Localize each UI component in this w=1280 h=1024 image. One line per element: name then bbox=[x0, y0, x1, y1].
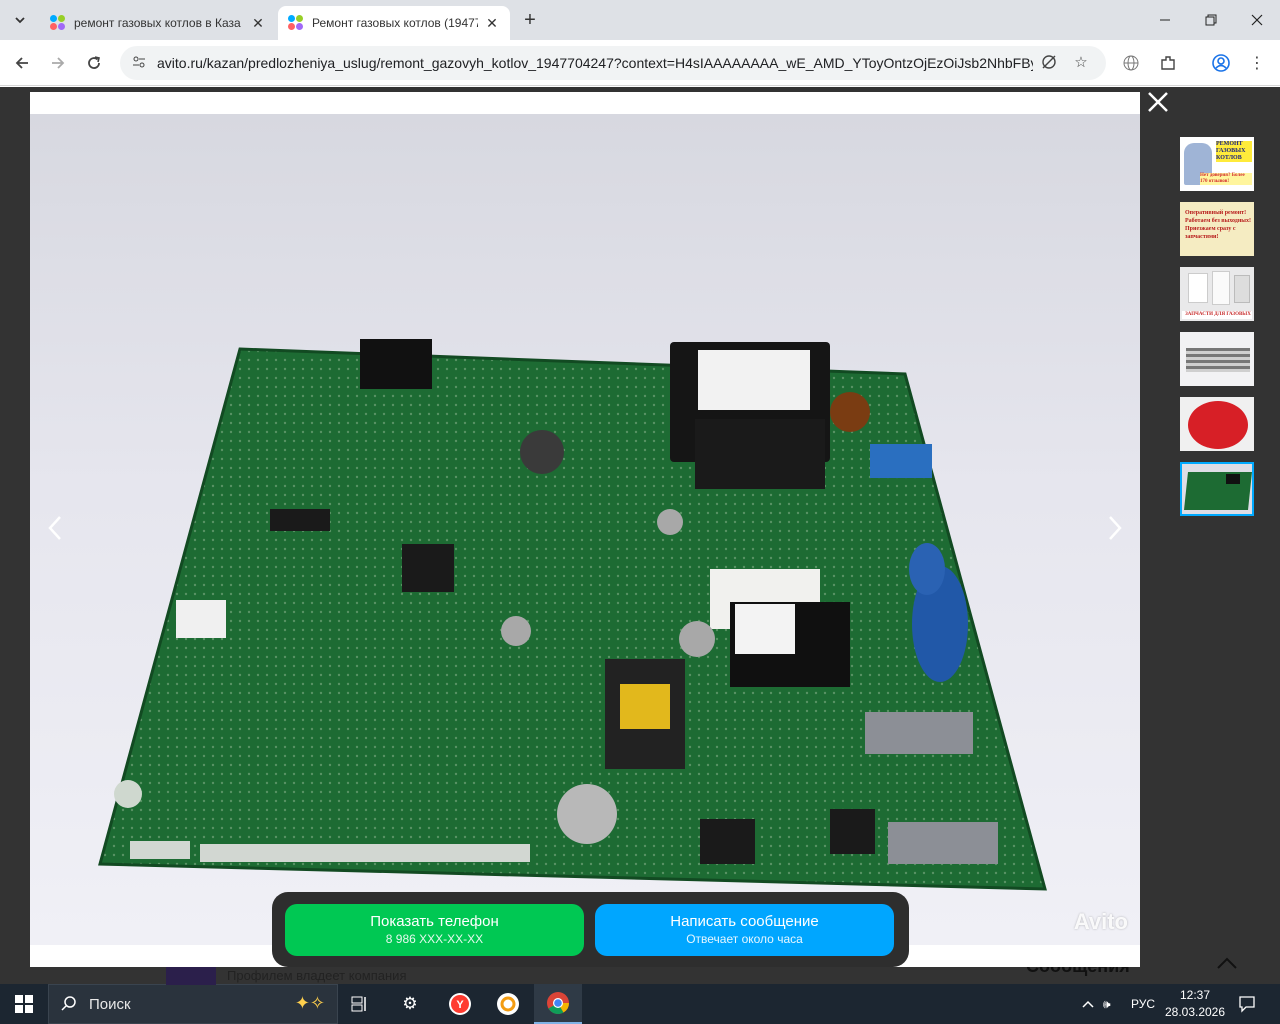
thumbnail-caption: ЗАПЧАСТИ ДЛЯ ГАЗОВЫХ КОТЛОВ bbox=[1182, 311, 1252, 319]
phone-preview: 8 986 XXX-XX-XX bbox=[385, 932, 484, 946]
company-owner-text: Профилем владеет компания bbox=[227, 968, 407, 983]
arrow-right-icon bbox=[52, 57, 65, 69]
settings-app[interactable]: ⚙ bbox=[386, 984, 434, 1024]
start-button[interactable] bbox=[0, 984, 48, 1024]
svg-text:Y: Y bbox=[456, 999, 464, 1011]
tab-listing[interactable]: Ремонт газовых котлов (19477 ✕ bbox=[278, 6, 510, 40]
bookmark-star-icon[interactable]: ☆ bbox=[1071, 53, 1091, 73]
response-time-text: Отвечает около часа bbox=[686, 932, 803, 946]
gallery-thumbnail[interactable]: РЕМОНТ ГАЗОВЫХ КОТЛОВ Нет доверия? Более… bbox=[1180, 137, 1254, 191]
back-button[interactable] bbox=[8, 49, 36, 77]
tab-search-results[interactable]: ремонт газовых котлов в Каза ✕ bbox=[40, 6, 276, 40]
thumbnail-subcaption: Нет доверия? Более 170 отзывов! bbox=[1200, 173, 1252, 185]
gallery-thumbnail[interactable] bbox=[1180, 332, 1254, 386]
thumbnail-caption: Оперативный ремонт! Работаем без выходны… bbox=[1185, 210, 1251, 240]
forward-button[interactable] bbox=[44, 49, 72, 77]
gallery-thumbnail[interactable]: Оперативный ремонт! Работаем без выходны… bbox=[1180, 202, 1254, 256]
reload-button[interactable] bbox=[80, 49, 108, 77]
close-icon[interactable]: ✕ bbox=[250, 15, 266, 31]
gallery-main-photo[interactable]: Avito bbox=[30, 114, 1140, 945]
site-settings-icon[interactable] bbox=[130, 54, 148, 72]
show-hidden-icons-button[interactable] bbox=[1082, 984, 1094, 1024]
windows-taskbar: Поиск ✦✧ ⚙ Y 🕪 РУС 12:37 28.03.2026 bbox=[0, 984, 1280, 1024]
taskbar-search-placeholder: Поиск bbox=[89, 995, 131, 1013]
clock-time: 12:37 bbox=[1179, 988, 1211, 1002]
minimize-button[interactable] bbox=[1142, 0, 1188, 40]
task-view-button[interactable] bbox=[336, 984, 384, 1024]
notifications-button[interactable] bbox=[1238, 984, 1256, 1024]
avito-favicon-icon bbox=[50, 15, 66, 31]
tab-title: ремонт газовых котлов в Каза bbox=[74, 16, 241, 30]
chevron-left-icon bbox=[48, 516, 61, 540]
search-icon bbox=[49, 995, 89, 1014]
chevron-right-icon bbox=[1109, 516, 1122, 540]
windows-logo-icon bbox=[15, 995, 33, 1013]
taskbar-search[interactable]: Поиск ✦✧ bbox=[48, 984, 338, 1024]
yandex-browser-icon: Y bbox=[449, 993, 471, 1015]
show-phone-button[interactable]: Показать телефон 8 986 XXX-XX-XX bbox=[285, 904, 584, 956]
chevron-down-icon bbox=[15, 17, 25, 24]
gallery-thumbnail[interactable]: ЗАПЧАСТИ ДЛЯ ГАЗОВЫХ КОТЛОВ bbox=[1180, 267, 1254, 321]
tab-search-button[interactable] bbox=[8, 8, 32, 32]
gallery-prev-button[interactable] bbox=[43, 515, 67, 545]
avito-favicon-icon bbox=[288, 15, 304, 31]
reload-icon bbox=[88, 56, 100, 69]
gallery-thumbnails: РЕМОНТ ГАЗОВЫХ КОТЛОВ Нет доверия? Более… bbox=[1180, 137, 1256, 527]
close-icon bbox=[1148, 92, 1168, 112]
input-language[interactable]: РУС bbox=[1131, 984, 1155, 1024]
contact-action-bar: Показать телефон 8 986 XXX-XX-XX Написат… bbox=[272, 892, 909, 967]
circuit-board-image bbox=[98, 339, 1047, 891]
pinned-app[interactable] bbox=[484, 984, 532, 1024]
task-view-icon bbox=[351, 996, 366, 1012]
tab-strip: ремонт газовых котлов в Каза ✕ Ремонт га… bbox=[0, 0, 1280, 40]
chrome-app[interactable] bbox=[534, 984, 582, 1024]
sparkle-icon: ✦✧ bbox=[294, 993, 325, 1013]
show-phone-label: Показать телефон bbox=[370, 913, 499, 930]
chevron-up-icon bbox=[1082, 1000, 1094, 1008]
gallery-photo-frame: Avito bbox=[30, 92, 1140, 967]
tab-title: Ремонт газовых котлов (19477 bbox=[312, 16, 478, 30]
gallery-close-button[interactable] bbox=[1144, 90, 1172, 118]
volume-icon[interactable]: 🕪 bbox=[1103, 984, 1111, 1024]
url-text[interactable]: avito.ru/kazan/predlozheniya_uslug/remon… bbox=[157, 55, 1033, 71]
tracking-protection-icon[interactable] bbox=[1039, 53, 1059, 73]
translate-icon[interactable] bbox=[1118, 50, 1144, 76]
avito-watermark: Avito bbox=[1073, 909, 1128, 934]
window-close-button[interactable] bbox=[1234, 0, 1280, 40]
browser-toolbar: avito.ru/kazan/predlozheniya_uslug/remon… bbox=[0, 40, 1280, 86]
close-icon bbox=[1251, 14, 1263, 26]
restore-button[interactable] bbox=[1188, 0, 1234, 40]
address-bar[interactable]: avito.ru/kazan/predlozheniya_uslug/remon… bbox=[120, 46, 1106, 80]
write-message-button[interactable]: Написать сообщение Отвечает около часа bbox=[595, 904, 894, 956]
app-icon bbox=[497, 993, 519, 1015]
minimize-icon bbox=[1160, 19, 1170, 21]
gallery-thumbnail-selected[interactable] bbox=[1180, 462, 1254, 516]
extensions-icon[interactable] bbox=[1155, 50, 1181, 76]
profile-icon[interactable] bbox=[1208, 50, 1234, 76]
gallery-thumbnail[interactable] bbox=[1180, 397, 1254, 451]
gallery-next-button[interactable] bbox=[1103, 515, 1127, 545]
close-icon[interactable]: ✕ bbox=[484, 15, 500, 31]
taskbar-clock[interactable]: 12:37 28.03.2026 bbox=[1160, 987, 1230, 1021]
company-avatar bbox=[166, 965, 216, 985]
new-tab-button[interactable]: + bbox=[518, 9, 542, 33]
thumbnail-caption: РЕМОНТ ГАЗОВЫХ КОТЛОВ bbox=[1216, 141, 1252, 162]
write-message-label: Написать сообщение bbox=[670, 913, 819, 930]
chevron-up-icon[interactable] bbox=[1212, 950, 1242, 976]
gear-icon: ⚙ bbox=[402, 994, 418, 1013]
notification-icon bbox=[1239, 996, 1255, 1013]
restore-icon bbox=[1205, 14, 1217, 26]
yandex-browser-app[interactable]: Y bbox=[436, 984, 484, 1024]
menu-kebab-icon[interactable]: ⋮ bbox=[1244, 50, 1270, 76]
chrome-icon bbox=[547, 992, 569, 1014]
arrow-left-icon bbox=[15, 57, 28, 69]
clock-date: 28.03.2026 bbox=[1164, 1005, 1226, 1019]
